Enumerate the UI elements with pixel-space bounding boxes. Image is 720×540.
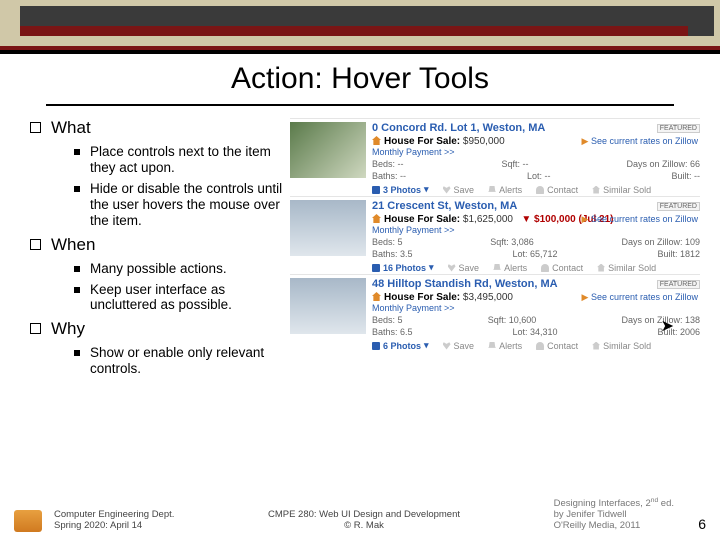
bullet-text: Hide or disable the controls until the u…	[90, 181, 285, 229]
monthly-link[interactable]: Monthly Payment >>	[372, 147, 700, 157]
listing-address[interactable]: 0 Concord Rd. Lot 1, Weston, MA	[372, 122, 700, 134]
alerts-tool[interactable]: Alerts	[493, 263, 527, 273]
rates-link[interactable]: ▶ See current rates on Zillow	[582, 214, 698, 225]
square-bullet-icon	[74, 266, 80, 272]
listing-address[interactable]: 48 Hilltop Standish Rd, Weston, MA	[372, 278, 700, 290]
camera-icon	[372, 264, 380, 272]
alerts-tool[interactable]: Alerts	[488, 341, 522, 351]
contact-tool[interactable]: Contact	[541, 263, 583, 273]
slide-footer: Computer Engineering Dept. Spring 2020: …	[0, 497, 720, 532]
square-bullet-icon	[74, 350, 80, 356]
camera-icon	[372, 342, 380, 350]
home-icon	[592, 342, 600, 350]
bullet-text: Keep user interface as uncluttered as po…	[90, 282, 285, 314]
outline-bullet-icon	[30, 122, 41, 133]
square-bullet-icon	[74, 186, 80, 192]
save-tool[interactable]: Save	[443, 341, 475, 351]
hover-toolbar: 3 Photos ▾ Save Alerts Contact Similar S…	[372, 184, 700, 195]
person-icon	[536, 342, 544, 350]
slide-title: Action: Hover Tools	[0, 62, 720, 96]
page-number: 6	[686, 516, 706, 532]
slide: Action: Hover Tools What Place controls …	[0, 0, 720, 540]
featured-badge: FEATURED	[657, 202, 700, 211]
title-underline	[46, 104, 674, 106]
save-tool[interactable]: Save	[448, 263, 480, 273]
outline-bullet-icon	[30, 239, 41, 250]
monthly-link[interactable]: Monthly Payment >>	[372, 303, 700, 313]
house-icon	[372, 292, 381, 301]
listing-thumbnail	[290, 200, 366, 256]
heart-icon	[443, 342, 451, 350]
heart-icon	[443, 186, 451, 194]
home-icon	[597, 264, 605, 272]
content-column: What Place controls next to the item the…	[30, 118, 285, 383]
listing-thumbnail	[290, 122, 366, 178]
contact-tool[interactable]: Contact	[536, 185, 578, 195]
save-tool[interactable]: Save	[443, 185, 475, 195]
section-why: Why Show or enable only relevant control…	[30, 319, 285, 377]
bullet-text: Place controls next to the item they act…	[90, 144, 285, 176]
similar-tool[interactable]: Similar Sold	[592, 185, 651, 195]
rates-link[interactable]: ▶ See current rates on Zillow	[582, 136, 698, 147]
house-icon	[372, 136, 381, 145]
listing-thumbnail	[290, 278, 366, 334]
listing-row: FEATURED 48 Hilltop Standish Rd, Weston,…	[290, 274, 700, 352]
featured-badge: FEATURED	[657, 280, 700, 289]
section-heading: What	[51, 118, 91, 138]
bullet-text: Show or enable only relevant controls.	[90, 345, 285, 377]
university-logo-icon	[14, 510, 42, 532]
heart-icon	[448, 264, 456, 272]
listing-row: FEATURED 0 Concord Rd. Lot 1, Weston, MA…	[290, 118, 700, 196]
square-bullet-icon	[74, 149, 80, 155]
photos-link[interactable]: 6 Photos ▾	[372, 340, 429, 351]
section-heading: Why	[51, 319, 85, 339]
rates-link[interactable]: ▶ See current rates on Zillow	[582, 292, 698, 303]
bell-icon	[493, 264, 501, 272]
alerts-tool[interactable]: Alerts	[488, 185, 522, 195]
footer-left: Computer Engineering Dept. Spring 2020: …	[54, 510, 174, 532]
square-bullet-icon	[74, 287, 80, 293]
monthly-link[interactable]: Monthly Payment >>	[372, 225, 700, 235]
footer-credits: Designing Interfaces, 2nd ed. by Jenifer…	[554, 497, 674, 532]
photos-link[interactable]: 3 Photos ▾	[372, 184, 429, 195]
section-when: When Many possible actions. Keep user in…	[30, 235, 285, 314]
section-heading: When	[51, 235, 95, 255]
bell-icon	[488, 186, 496, 194]
listing-row: FEATURED 21 Crescent St, Weston, MA Hous…	[290, 196, 700, 274]
photos-link[interactable]: 16 Photos ▾	[372, 262, 434, 273]
featured-badge: FEATURED	[657, 124, 700, 133]
footer-center: CMPE 280: Web UI Design and Development …	[186, 510, 541, 532]
outline-bullet-icon	[30, 323, 41, 334]
title-bar-decoration	[0, 0, 720, 50]
house-icon	[372, 214, 381, 223]
person-icon	[541, 264, 549, 272]
similar-tool[interactable]: Similar Sold	[597, 263, 656, 273]
example-screenshot: FEATURED 0 Concord Rd. Lot 1, Weston, MA…	[290, 118, 700, 352]
camera-icon	[372, 186, 380, 194]
contact-tool[interactable]: Contact	[536, 341, 578, 351]
bullet-text: Many possible actions.	[90, 261, 227, 277]
home-icon	[592, 186, 600, 194]
hover-toolbar: 16 Photos ▾ Save Alerts Contact Similar …	[372, 262, 700, 273]
person-icon	[536, 186, 544, 194]
bell-icon	[488, 342, 496, 350]
similar-tool[interactable]: Similar Sold	[592, 341, 651, 351]
listing-address[interactable]: 21 Crescent St, Weston, MA	[372, 200, 700, 212]
hover-toolbar: 6 Photos ▾ Save Alerts Contact Similar S…	[372, 340, 700, 351]
section-what: What Place controls next to the item the…	[30, 118, 285, 229]
